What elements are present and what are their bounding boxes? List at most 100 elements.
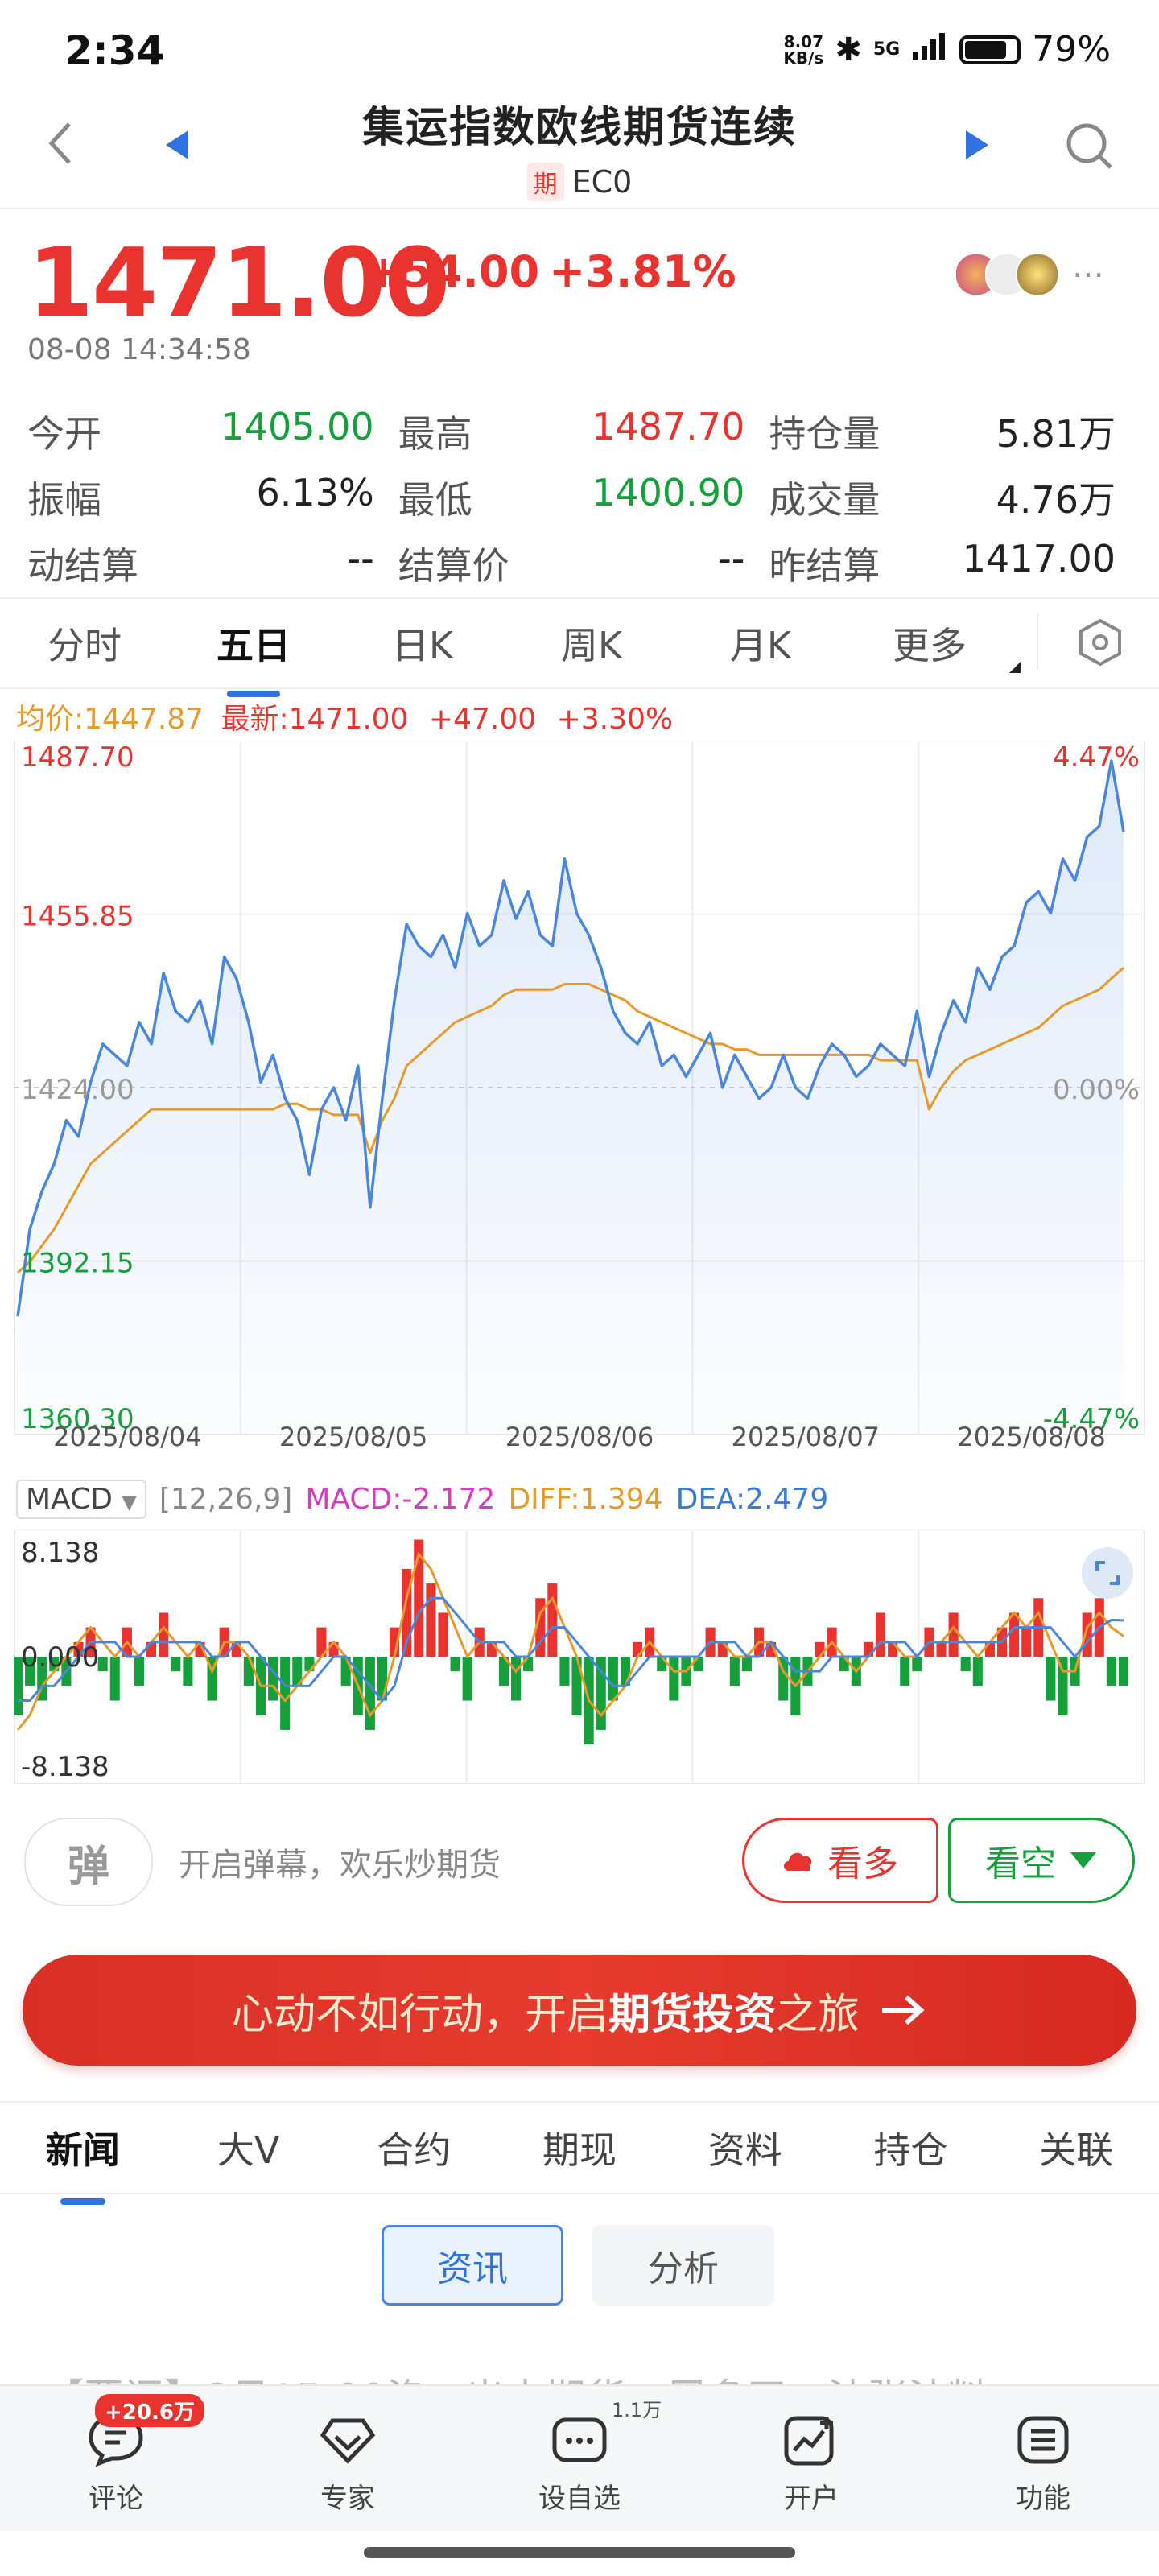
status-time: 2:34 [64, 27, 165, 74]
promo-text-bold: 期货投资 [608, 1990, 776, 2039]
macd-bar [888, 1641, 898, 1657]
stat-cell: 持仓量 5.81万 [769, 405, 1116, 458]
macd-bar [450, 1657, 460, 1672]
content-tab[interactable]: 持仓 [828, 2121, 994, 2174]
net-speed: 8.07 KB/s [783, 34, 823, 66]
chart-tab[interactable]: 五日 [169, 617, 338, 697]
macd-bar [1082, 1612, 1092, 1657]
segment-analysis[interactable]: 分析 [592, 2225, 774, 2306]
expert-avatars[interactable] [955, 253, 1059, 296]
macd-bar [547, 1583, 558, 1657]
indicator-select[interactable]: MACD ▼ [16, 1480, 146, 1519]
y-tick-label-right: 0.00% [1053, 1074, 1140, 1106]
macd-bar [900, 1657, 910, 1686]
futures-badge: 期 [526, 163, 564, 201]
bottom-toolbar: 评论 +20.6万 专家 设自选 1.1万 开户 功能 [0, 2384, 1159, 2531]
macd-chart[interactable]: 8.138 0.000 -8.138 [14, 1530, 1145, 1784]
barrage-toggle-button[interactable]: 弹 [24, 1818, 153, 1906]
promo-text-a: 心动不如行动，开启 [231, 1990, 608, 2039]
stat-row: 振幅 6.13% 最低 1400.90 成交量 4.76万 [27, 465, 1116, 530]
network-label: 5G [872, 39, 901, 60]
macd-bar [669, 1657, 679, 1701]
bearish-label: 看空 [985, 1843, 1056, 1885]
y-tick-label: 1455.85 [21, 901, 134, 933]
content-tab[interactable]: 期现 [497, 2121, 662, 2174]
x-tick-label: 2025/08/08 [957, 1422, 1105, 1449]
content-tab[interactable]: 关联 [993, 2121, 1159, 2174]
quote-timestamp: 08-08 14:34:58 [27, 333, 251, 366]
chart-legend: 均价:1447.87 最新:1471.00 +47.00 +3.30% [16, 696, 673, 737]
stat-value: 1400.90 [592, 471, 745, 514]
stat-value: -- [347, 537, 374, 580]
expert-label: 专家 [320, 2483, 375, 2515]
add-watchlist-button[interactable]: 设自选 1.1万 [464, 2386, 695, 2531]
status-indicators: 8.07 KB/s ✱ 5G 79% [783, 29, 1111, 70]
stat-label: 最高 [398, 412, 472, 456]
chevron-down-icon: ▼ [122, 1491, 137, 1513]
arrow-right-icon [882, 1995, 925, 2025]
content-tab[interactable]: 合约 [331, 2121, 497, 2174]
x-tick-label: 2025/08/07 [732, 1422, 880, 1449]
bullish-button[interactable]: 看多 [742, 1818, 938, 1903]
chart-settings-icon[interactable] [1077, 618, 1124, 670]
macd-bar [815, 1641, 825, 1657]
chart-tab[interactable]: 周K [507, 617, 676, 670]
bluetooth-icon: ✱ [835, 31, 862, 68]
expand-chart-icon[interactable] [1082, 1547, 1133, 1599]
home-indicator[interactable] [364, 2547, 795, 2558]
content-tabs: 新闻 大V 合约 期现 资料 持仓 关联 [0, 2101, 1159, 2205]
x-tick-label: 2025/08/05 [279, 1422, 427, 1449]
y-tick-label: 1392.15 [21, 1248, 134, 1280]
stat-label: 最低 [398, 478, 472, 522]
barrage-hint[interactable]: 开启弹幕，欢乐炒期货 [179, 1839, 501, 1885]
chart-tab[interactable]: 月K [676, 617, 845, 670]
add-watchlist-icon [549, 2412, 610, 2468]
intraday-chart[interactable]: 1487.701455.851424.001392.151360.304.47%… [14, 741, 1145, 1449]
open-account-button[interactable]: 开户 [695, 2386, 927, 2531]
macd-bar [1118, 1657, 1129, 1686]
content-tab[interactable]: 新闻 [0, 2121, 166, 2205]
content-tab[interactable]: 大V [166, 2121, 332, 2174]
next-contract-icon[interactable] [964, 130, 988, 163]
macd-bar [109, 1657, 120, 1701]
more-icon[interactable]: ⋯ [1072, 256, 1104, 293]
functions-icon [1013, 2412, 1074, 2468]
stat-label: 结算价 [398, 544, 509, 588]
functions-button[interactable]: 功能 [927, 2386, 1159, 2531]
macd-params: [12,26,9] [159, 1483, 293, 1516]
search-icon[interactable] [1064, 121, 1114, 174]
y-tick-label: 1424.00 [21, 1074, 134, 1106]
macd-bar [304, 1657, 315, 1672]
add-watchlist-label: 设自选 [538, 2483, 621, 2515]
content-tab[interactable]: 资料 [662, 2121, 828, 2174]
stat-label: 持仓量 [769, 412, 881, 456]
stat-cell: 振幅 6.13% [27, 471, 398, 524]
price-area [18, 761, 1124, 1435]
arrow-down-icon [1070, 1852, 1096, 1868]
comment-button[interactable]: 评论 +20.6万 [0, 2386, 232, 2531]
expert-icon [317, 2412, 378, 2468]
stat-value: 6.13% [256, 471, 374, 514]
macd-bar [608, 1657, 618, 1701]
stat-cell: 成交量 4.76万 [769, 471, 1116, 524]
promo-text-b: 之旅 [776, 1990, 860, 2039]
y-tick-label-right: 4.47% [1053, 741, 1140, 774]
promo-banner[interactable]: 心动不如行动，开启 期货投资 之旅 [23, 1955, 1136, 2066]
comment-label: 评论 [89, 2483, 143, 2515]
watchlist-count: 1.1万 [612, 2399, 662, 2421]
tabs-divider [1037, 613, 1038, 670]
expert-button[interactable]: 专家 [232, 2386, 464, 2531]
comment-count-badge: +20.6万 [95, 2394, 204, 2427]
avatar [1016, 253, 1059, 296]
macd-bar [268, 1657, 278, 1701]
bearish-button[interactable]: 看空 [948, 1818, 1135, 1903]
macd-bar [171, 1657, 181, 1672]
diff-value: DIFF:1.394 [508, 1483, 663, 1516]
chart-tab[interactable]: 日K [338, 617, 507, 670]
chart-tab[interactable]: 分时 [0, 617, 169, 670]
macd-tick-label: 0.000 [21, 1641, 99, 1674]
chart-tab[interactable]: 更多 [845, 617, 1014, 670]
latest-change-legend: +47.00 [428, 703, 537, 736]
macd-bar [912, 1657, 922, 1672]
segment-news[interactable]: 资讯 [382, 2225, 563, 2306]
